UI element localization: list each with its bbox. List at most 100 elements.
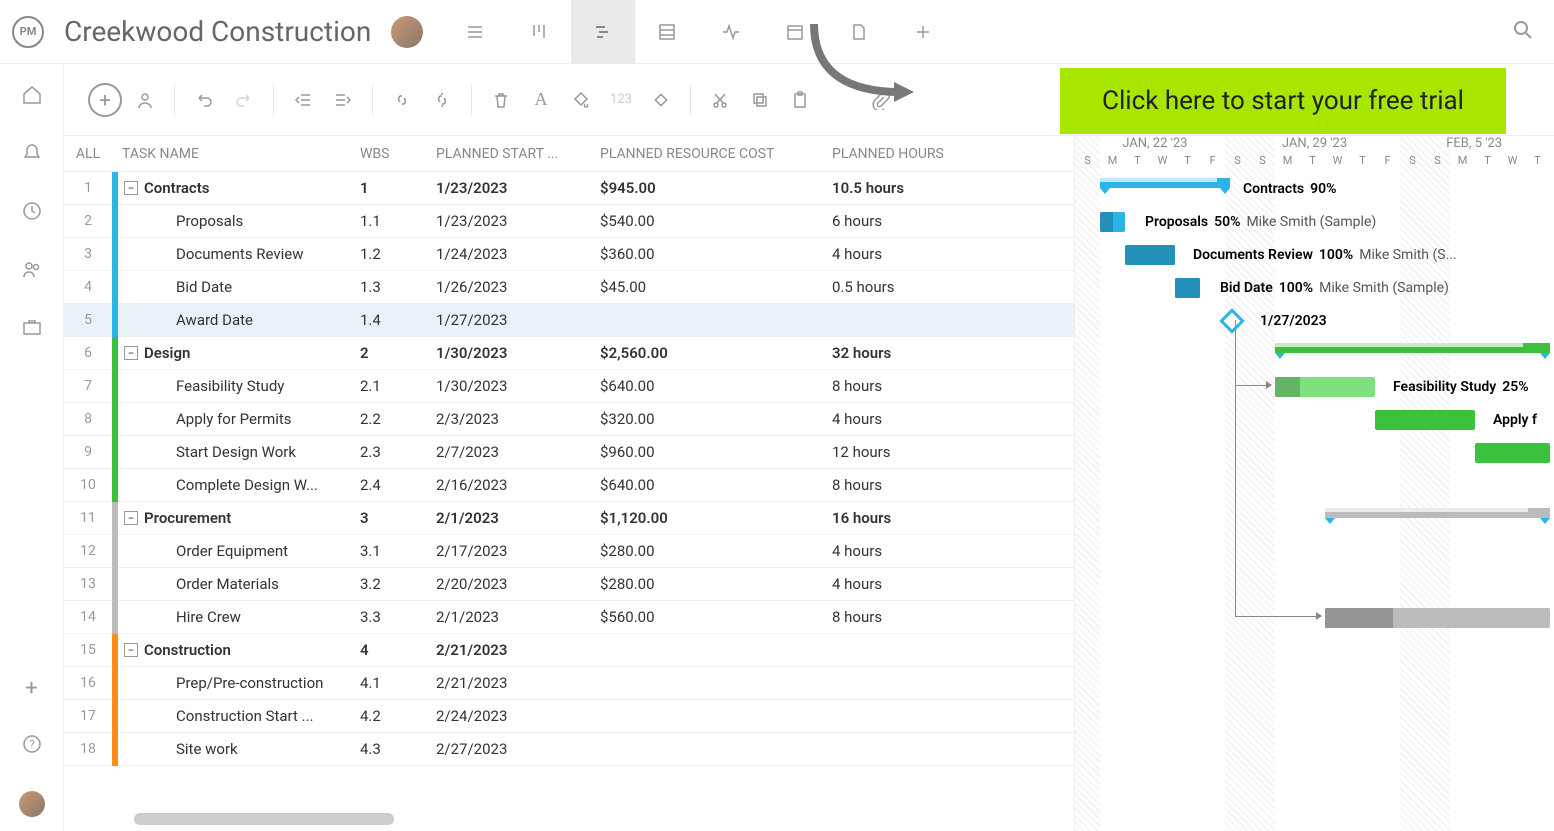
cost-cell[interactable]: $640.00 — [600, 377, 832, 395]
task-name-cell[interactable]: Prep/Pre-construction — [118, 674, 360, 692]
col-hours[interactable]: PLANNED HOURS — [832, 146, 992, 162]
start-cell[interactable]: 2/27/2023 — [436, 740, 600, 758]
attach-icon[interactable] — [863, 83, 897, 117]
cost-cell[interactable]: $280.00 — [600, 542, 832, 560]
file-view-icon[interactable] — [827, 0, 891, 64]
collapse-icon[interactable]: − — [124, 181, 138, 195]
list-view-icon[interactable] — [443, 0, 507, 64]
wbs-cell[interactable]: 4.2 — [360, 707, 436, 725]
col-wbs[interactable]: WBS — [360, 146, 436, 162]
gantt-bar[interactable] — [1475, 443, 1550, 463]
task-name-cell[interactable]: −Contracts — [118, 179, 360, 197]
hours-cell[interactable]: 8 hours — [832, 476, 992, 494]
gantt-chart[interactable]: JAN, 22 '23JAN, 29 '23FEB, 5 '23 SMTWTFS… — [1074, 136, 1554, 831]
start-cell[interactable]: 1/26/2023 — [436, 278, 600, 296]
table-row[interactable]: 3Documents Review1.21/24/2023$360.004 ho… — [64, 238, 1074, 271]
text-color-icon[interactable]: A — [524, 83, 558, 117]
task-name-cell[interactable]: Apply for Permits — [118, 410, 360, 428]
hours-cell[interactable]: 32 hours — [832, 344, 992, 362]
start-cell[interactable]: 1/23/2023 — [436, 179, 600, 197]
table-row[interactable]: 16Prep/Pre-construction4.12/21/2023 — [64, 667, 1074, 700]
start-cell[interactable]: 2/17/2023 — [436, 542, 600, 560]
collapse-icon[interactable]: − — [124, 643, 138, 657]
task-name-cell[interactable]: Feasibility Study — [118, 377, 360, 395]
cut-icon[interactable] — [703, 83, 737, 117]
task-name-cell[interactable]: Hire Crew — [118, 608, 360, 626]
hours-cell[interactable]: 4 hours — [832, 575, 992, 593]
table-row[interactable]: 14Hire Crew3.32/1/2023$560.008 hours — [64, 601, 1074, 634]
table-row[interactable]: 17Construction Start ...4.22/24/2023 — [64, 700, 1074, 733]
task-name-cell[interactable]: Documents Review — [118, 245, 360, 263]
cost-cell[interactable]: $960.00 — [600, 443, 832, 461]
start-cell[interactable]: 2/3/2023 — [436, 410, 600, 428]
table-row[interactable]: 18Site work4.32/27/2023 — [64, 733, 1074, 766]
task-name-cell[interactable]: Order Materials — [118, 575, 360, 593]
hours-cell[interactable]: 4 hours — [832, 542, 992, 560]
wbs-cell[interactable]: 2 — [360, 344, 436, 362]
wbs-cell[interactable]: 1.3 — [360, 278, 436, 296]
add-view-icon[interactable] — [891, 0, 955, 64]
gantt-bar[interactable] — [1100, 212, 1125, 232]
cost-cell[interactable]: $540.00 — [600, 212, 832, 230]
board-view-icon[interactable] — [507, 0, 571, 64]
task-name-cell[interactable]: −Procurement — [118, 509, 360, 527]
task-name-cell[interactable]: −Design — [118, 344, 360, 362]
project-title[interactable]: Creekwood Construction — [64, 15, 371, 48]
cost-cell[interactable]: $280.00 — [600, 575, 832, 593]
wbs-cell[interactable]: 3.3 — [360, 608, 436, 626]
calendar-view-icon[interactable] — [763, 0, 827, 64]
portfolio-icon[interactable] — [21, 316, 43, 342]
start-cell[interactable]: 2/21/2023 — [436, 641, 600, 659]
number-icon[interactable]: 123 — [604, 83, 638, 117]
gantt-view-icon[interactable] — [571, 0, 635, 64]
gantt-bar[interactable] — [1125, 245, 1175, 265]
start-cell[interactable]: 2/21/2023 — [436, 674, 600, 692]
time-icon[interactable] — [21, 200, 43, 226]
cost-cell[interactable]: $1,120.00 — [600, 509, 832, 527]
undo-icon[interactable] — [187, 83, 221, 117]
start-cell[interactable]: 2/1/2023 — [436, 608, 600, 626]
hours-cell[interactable]: 4 hours — [832, 245, 992, 263]
col-all[interactable]: ALL — [64, 146, 112, 162]
add-task-button[interactable]: + — [88, 83, 122, 117]
col-name[interactable]: TASK NAME — [112, 146, 360, 162]
wbs-cell[interactable]: 1.1 — [360, 212, 436, 230]
start-cell[interactable]: 1/23/2023 — [436, 212, 600, 230]
hours-cell[interactable]: 0.5 hours — [832, 278, 992, 296]
wbs-cell[interactable]: 3.1 — [360, 542, 436, 560]
copy-icon[interactable] — [743, 83, 777, 117]
table-row[interactable]: 12Order Equipment3.12/17/2023$280.004 ho… — [64, 535, 1074, 568]
task-name-cell[interactable]: Start Design Work — [118, 443, 360, 461]
gantt-lane[interactable]: Proposals50%Mike Smith (Sample) — [1075, 205, 1554, 238]
gantt-summary-bar[interactable] — [1325, 508, 1550, 518]
outdent-icon[interactable] — [286, 83, 320, 117]
collapse-icon[interactable]: − — [124, 346, 138, 360]
hours-cell[interactable]: 16 hours — [832, 509, 992, 527]
start-cell[interactable]: 2/1/2023 — [436, 509, 600, 527]
wbs-cell[interactable]: 4.1 — [360, 674, 436, 692]
wbs-cell[interactable]: 1.2 — [360, 245, 436, 263]
hours-cell[interactable]: 8 hours — [832, 608, 992, 626]
assign-icon[interactable] — [128, 83, 162, 117]
table-row[interactable]: 10Complete Design W...2.42/16/2023$640.0… — [64, 469, 1074, 502]
fill-icon[interactable] — [564, 83, 598, 117]
free-trial-cta[interactable]: Click here to start your free trial — [1060, 68, 1506, 134]
gantt-lane[interactable]: Contracts90% — [1075, 172, 1554, 205]
start-cell[interactable]: 2/7/2023 — [436, 443, 600, 461]
task-name-cell[interactable]: Bid Date — [118, 278, 360, 296]
wbs-cell[interactable]: 3.2 — [360, 575, 436, 593]
indent-icon[interactable] — [326, 83, 360, 117]
wbs-cell[interactable]: 2.4 — [360, 476, 436, 494]
user-avatar[interactable] — [19, 791, 45, 817]
wbs-cell[interactable]: 2.1 — [360, 377, 436, 395]
cost-cell[interactable]: $945.00 — [600, 179, 832, 197]
gantt-lane[interactable] — [1075, 601, 1554, 634]
avatar[interactable] — [391, 16, 423, 48]
table-row[interactable]: 11−Procurement32/1/2023$1,120.0016 hours — [64, 502, 1074, 535]
milestone-icon[interactable] — [644, 83, 678, 117]
hours-cell[interactable]: 12 hours — [832, 443, 992, 461]
start-cell[interactable]: 1/30/2023 — [436, 344, 600, 362]
unlink-icon[interactable] — [425, 83, 459, 117]
task-name-cell[interactable]: Site work — [118, 740, 360, 758]
gantt-bar[interactable] — [1175, 278, 1200, 298]
